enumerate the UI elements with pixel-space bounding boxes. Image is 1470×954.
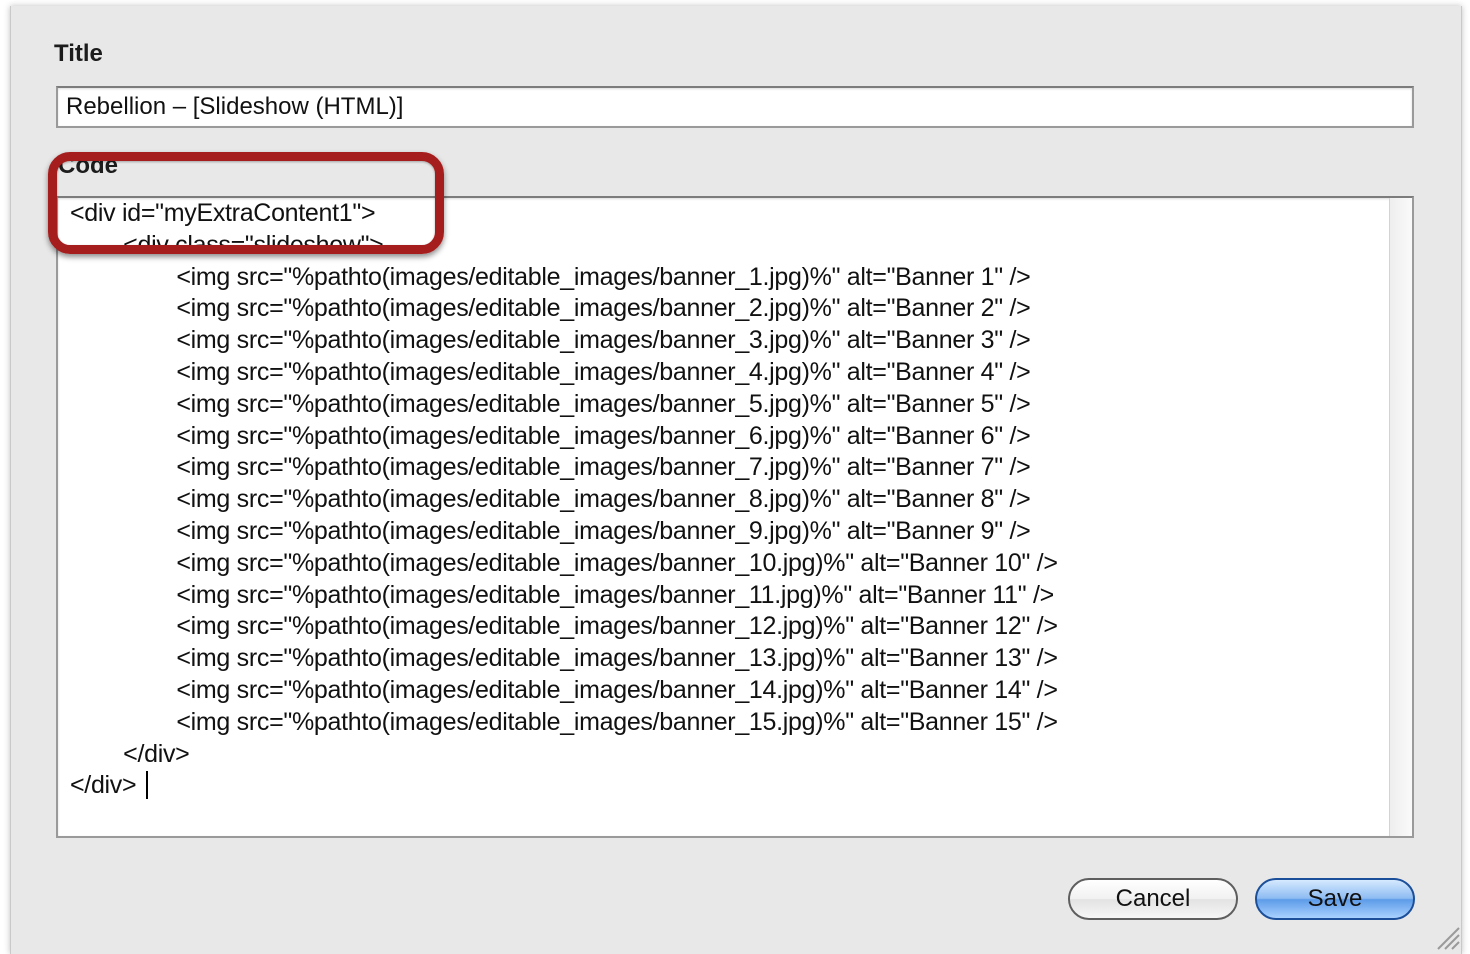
annotation-highlight-box bbox=[48, 152, 444, 254]
save-button[interactable]: Save bbox=[1255, 878, 1415, 920]
text-caret bbox=[146, 771, 148, 799]
code-editor-scrollbar[interactable] bbox=[1389, 198, 1412, 836]
cancel-button[interactable]: Cancel bbox=[1068, 878, 1238, 920]
code-editor[interactable]: <div id="myExtraContent1"> <div class="s… bbox=[56, 196, 1414, 838]
resize-grip-icon[interactable] bbox=[1434, 924, 1460, 950]
title-input[interactable] bbox=[56, 86, 1414, 128]
title-label: Title bbox=[54, 40, 103, 67]
code-content[interactable]: <div id="myExtraContent1"> <div class="s… bbox=[70, 198, 1058, 802]
